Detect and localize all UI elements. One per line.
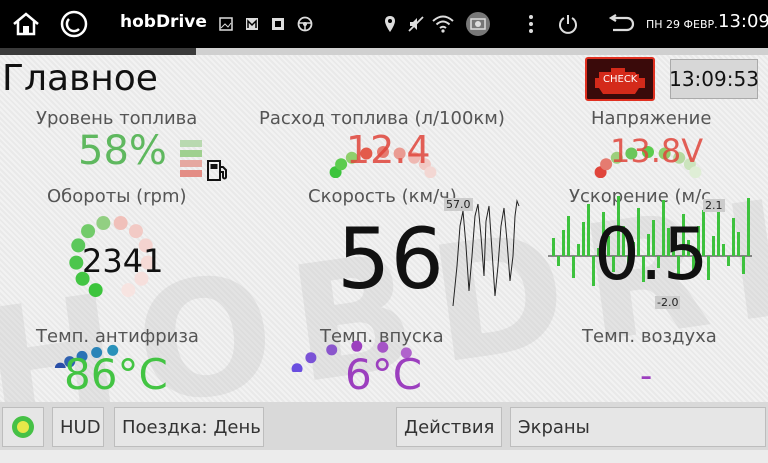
acceleration-bar: [732, 218, 735, 256]
acceleration-bar: [737, 232, 740, 256]
page-title: Главное: [2, 58, 158, 99]
fuel-consumption-value: 12.4: [346, 128, 431, 172]
acceleration-bar: [712, 236, 715, 256]
tab-active-indicator[interactable]: [0, 48, 196, 55]
app-logo-icon[interactable]: [58, 10, 90, 38]
voltage-label: Напряжение: [591, 108, 712, 129]
intake-temp-value: 6°C: [345, 350, 423, 399]
fuel-level-bars: [180, 140, 202, 177]
back-icon[interactable]: [604, 10, 636, 38]
gauge-dot: [128, 224, 143, 239]
acceleration-bar: [552, 238, 555, 256]
gauge-dot: [113, 216, 128, 231]
status-date: ПН 29 ФЕВР.: [646, 18, 718, 31]
speed-label: Скорость (км/ч): [308, 186, 457, 207]
home-icon[interactable]: [8, 10, 44, 38]
check-engine-label: CHECK: [601, 74, 640, 85]
acceleration-bar: [572, 256, 575, 278]
media-notification-icon: [270, 10, 286, 38]
mute-icon: [406, 10, 426, 38]
acceleration-bar: [577, 244, 580, 256]
acceleration-bar: [567, 216, 570, 256]
acceleration-bar: [727, 256, 730, 266]
gauge-dot: [81, 224, 96, 239]
status-time: 13:09: [718, 11, 768, 32]
image-notification-icon: [218, 10, 234, 38]
gauge-dot: [88, 283, 103, 298]
air-temp-label: Темп. воздуха: [582, 326, 717, 347]
trip-button[interactable]: Поездка: День: [114, 407, 264, 447]
clock-display: 13:09:53: [669, 59, 759, 99]
connection-status-button[interactable]: [2, 407, 44, 447]
acceleration-value: 0.5: [594, 212, 709, 296]
voltage-value: 13.8V: [610, 132, 704, 170]
air-temp-value: -: [640, 356, 653, 396]
actions-button[interactable]: Действия: [396, 407, 502, 447]
hud-button[interactable]: HUD: [52, 407, 104, 447]
acceleration-graph-min: -2.0: [655, 296, 681, 309]
acceleration-bar: [717, 206, 720, 256]
power-icon[interactable]: [556, 10, 580, 38]
location-icon: [382, 10, 398, 38]
fuel-level-label: Уровень топлива: [36, 108, 198, 129]
coolant-temp-value: 86°C: [64, 350, 168, 399]
speed-value: 56: [337, 210, 444, 308]
gauge-dot: [291, 363, 303, 372]
app-title: hobDrive: [120, 12, 207, 32]
fuel-level-value: 58%: [78, 128, 167, 174]
more-options-icon[interactable]: [524, 10, 538, 38]
check-engine-indicator[interactable]: CHECK: [585, 57, 655, 101]
acceleration-bar: [722, 244, 725, 256]
acceleration-bar: [582, 222, 585, 256]
fuel-consumption-label: Расход топлива (л/100км): [259, 108, 505, 129]
gauge-dot: [96, 216, 111, 231]
acceleration-bar: [742, 256, 745, 274]
acceleration-bar: [747, 198, 750, 256]
screens-button[interactable]: Экраны: [510, 407, 766, 447]
screenshot-icon[interactable]: [463, 10, 493, 38]
gauge-dot: [305, 352, 317, 364]
speed-graph: [452, 199, 520, 307]
acceleration-bar: [587, 204, 590, 256]
status-bar: hobDrive ПН 29 ФЕВР. 13:09: [0, 0, 768, 48]
rpm-value: 2341: [82, 242, 164, 280]
steering-wheel-icon: [296, 10, 314, 38]
fuel-pump-icon: [207, 160, 227, 181]
connection-status-icon: [12, 416, 34, 438]
rpm-label: Обороты (rpm): [47, 186, 187, 207]
acceleration-graph-max: 2.1: [703, 199, 725, 212]
gmail-notification-icon: [244, 10, 260, 38]
acceleration-bar: [562, 230, 565, 256]
acceleration-bar: [557, 256, 560, 266]
gauge-dot: [326, 344, 338, 356]
wifi-icon: [432, 10, 454, 38]
gauge-dot: [121, 283, 136, 298]
